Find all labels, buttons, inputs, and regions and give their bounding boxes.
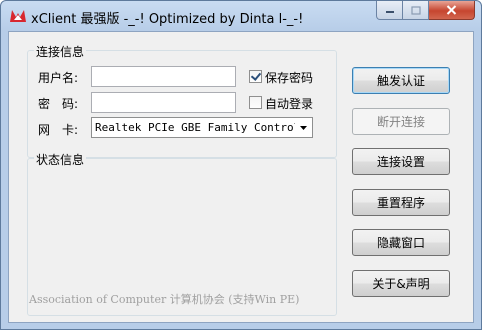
nic-dropdown[interactable]: Realtek PCIe GBE Family Controlle xyxy=(91,117,313,138)
window-title: xClient 最强版 -_-! Optimized by Dinta l-_-… xyxy=(31,12,304,27)
window-controls xyxy=(376,1,475,21)
client-area: 连接信息 用户名: 保存密码 密 码: 自动登录 网 卡: Realtek PC… xyxy=(8,31,474,323)
minimize-icon xyxy=(385,11,394,13)
nic-selected-value: Realtek PCIe GBE Family Controlle xyxy=(95,121,313,134)
app-logo-icon xyxy=(10,10,26,22)
save-password-label[interactable]: 保存密码 xyxy=(265,69,313,86)
password-field[interactable] xyxy=(91,92,236,113)
username-field[interactable] xyxy=(91,66,236,87)
connection-group-label: 连接信息 xyxy=(34,43,87,60)
maximize-icon xyxy=(410,5,421,15)
auto-login-checkbox[interactable] xyxy=(249,96,262,109)
reset-program-button[interactable]: 重置程序 xyxy=(352,189,450,216)
connection-settings-button[interactable]: 连接设置 xyxy=(352,148,450,175)
chevron-down-icon[interactable] xyxy=(295,118,312,137)
password-label: 密 码: xyxy=(38,97,79,111)
username-label: 用户名: xyxy=(38,71,79,85)
trigger-auth-button[interactable]: 触发认证 xyxy=(352,67,450,94)
disconnect-button[interactable]: 断开连接 xyxy=(352,108,450,135)
nic-label: 网 卡: xyxy=(38,123,79,137)
app-window: xClient 最强版 -_-! Optimized by Dinta l-_-… xyxy=(0,0,482,330)
status-log-area xyxy=(29,165,333,311)
hide-window-button[interactable]: 隐藏窗口 xyxy=(352,229,450,256)
close-icon xyxy=(446,5,457,15)
about-button[interactable]: 关于&声明 xyxy=(352,270,450,297)
auto-login-label[interactable]: 自动登录 xyxy=(265,95,313,112)
minimize-button[interactable] xyxy=(376,1,403,20)
maximize-button[interactable] xyxy=(403,1,429,20)
save-password-checkbox[interactable] xyxy=(249,70,262,83)
close-button[interactable] xyxy=(429,1,475,20)
title-bar[interactable]: xClient 最强版 -_-! Optimized by Dinta l-_-… xyxy=(1,1,481,31)
footer-credit: Association of Computer 计算机协会 (支持Win PE) xyxy=(29,293,300,306)
